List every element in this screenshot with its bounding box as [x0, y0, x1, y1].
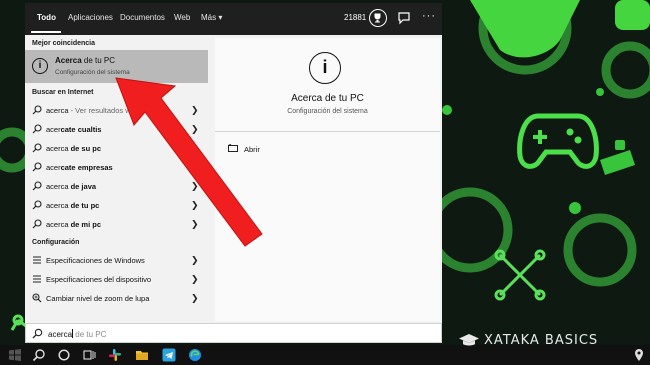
- chevron-right-icon[interactable]: ❯: [191, 274, 199, 285]
- location-pin-icon[interactable]: [632, 348, 646, 362]
- web-result-label: acerca de tu pc: [46, 201, 100, 210]
- search-icon[interactable]: [32, 348, 46, 362]
- results-list: Mejor coincidencia i Acerca de tu PC Con…: [25, 35, 211, 323]
- web-result-2[interactable]: acercate cualtis ❯: [25, 120, 208, 139]
- chevron-right-icon[interactable]: ❯: [191, 200, 199, 211]
- web-result-6[interactable]: acerca de tu pc ❯: [25, 196, 208, 215]
- slack-icon[interactable]: [108, 348, 122, 362]
- best-match-header: Mejor coincidencia: [32, 40, 96, 47]
- search-icon: [32, 124, 42, 134]
- web-result-label: acerca - Ver resultados web: [46, 106, 139, 115]
- search-icon: [32, 162, 42, 172]
- divider: [215, 131, 440, 132]
- edge-browser-icon[interactable]: [188, 348, 202, 362]
- settings-result-3[interactable]: Cambiar nivel de zoom de lupa ❯: [25, 289, 208, 308]
- settings-result-2[interactable]: Especificaciones del dispositivo ❯: [25, 270, 208, 289]
- chevron-right-icon[interactable]: ❯: [191, 181, 199, 192]
- web-result-7[interactable]: acerca de mi pc ❯: [25, 215, 208, 234]
- web-result-5[interactable]: acerca de java ❯: [25, 177, 208, 196]
- settings-header: Configuración: [32, 239, 80, 246]
- open-button[interactable]: Abrir: [228, 143, 308, 157]
- web-result-label: acerca de su pc: [46, 144, 102, 153]
- search-icon: [32, 181, 42, 191]
- web-result-1[interactable]: acerca - Ver resultados web ❯: [25, 101, 208, 120]
- list-settings-icon: [33, 256, 41, 264]
- active-tab-indicator: [31, 31, 61, 33]
- web-search-header: Buscar en Internet: [32, 89, 94, 96]
- tab-more[interactable]: Más ▾: [201, 13, 222, 22]
- search-input[interactable]: acerca de tu PC: [25, 323, 442, 343]
- preview-title: Acerca de tu PC: [291, 93, 364, 104]
- telegram-icon[interactable]: [162, 348, 176, 362]
- file-explorer-icon[interactable]: [135, 348, 149, 362]
- chevron-right-icon[interactable]: ❯: [191, 255, 199, 266]
- chevron-right-icon[interactable]: ❯: [191, 143, 199, 154]
- settings-result-1[interactable]: Especificaciones de Windows ❯: [25, 251, 208, 270]
- search-icon: [32, 219, 42, 229]
- search-icon: [32, 200, 42, 210]
- web-result-3[interactable]: acerca de su pc ❯: [25, 139, 208, 158]
- more-options-icon[interactable]: ···: [422, 10, 436, 22]
- search-top-bar: Todo Aplicaciones Documentos Web Más ▾ 2…: [25, 3, 442, 35]
- search-icon: [32, 105, 42, 115]
- chevron-right-icon[interactable]: ❯: [191, 293, 199, 304]
- web-result-4[interactable]: acercate empresas ❯: [25, 158, 208, 177]
- windows-start-icon[interactable]: [8, 348, 22, 362]
- web-result-label: acerca de java: [46, 182, 97, 191]
- list-settings-icon: [33, 275, 41, 283]
- cortana-icon[interactable]: [57, 348, 71, 362]
- info-icon: i: [309, 52, 341, 84]
- rewards-trophy-icon[interactable]: [369, 9, 387, 27]
- settings-result-label: Especificaciones del dispositivo: [46, 275, 152, 284]
- chevron-right-icon[interactable]: ❯: [191, 105, 199, 116]
- graduation-cap-icon: [459, 334, 479, 346]
- best-match-result[interactable]: i Acerca de tu PC Configuración del sist…: [25, 50, 208, 83]
- chevron-right-icon[interactable]: ❯: [191, 219, 199, 230]
- tab-web[interactable]: Web: [174, 13, 190, 22]
- taskbar: [0, 345, 650, 365]
- search-icon: [32, 143, 42, 153]
- chevron-right-icon[interactable]: ❯: [191, 162, 199, 173]
- open-icon: [228, 144, 238, 152]
- feedback-icon[interactable]: [397, 11, 411, 25]
- preview-header: i Acerca de tu PC Configuración del sist…: [215, 38, 440, 131]
- task-view-icon[interactable]: [82, 348, 96, 362]
- preview-subtitle: Configuración del sistema: [287, 108, 368, 115]
- search-panel: Todo Aplicaciones Documentos Web Más ▾ 2…: [25, 3, 442, 323]
- settings-result-label: Cambiar nivel de zoom de lupa: [46, 294, 150, 303]
- info-icon: i: [32, 58, 48, 74]
- preview-pane: i Acerca de tu PC Configuración del sist…: [215, 38, 440, 321]
- best-match-title: Acerca de tu PC: [55, 56, 116, 65]
- web-result-label: acerca de mi pc: [46, 220, 102, 229]
- tab-documents[interactable]: Documentos: [120, 13, 165, 22]
- tab-apps[interactable]: Aplicaciones: [68, 13, 113, 22]
- search-query: acerca de tu PC: [48, 329, 107, 339]
- open-label: Abrir: [244, 145, 260, 154]
- magnifier-zoom-icon: [32, 293, 42, 303]
- chevron-right-icon[interactable]: ❯: [191, 124, 199, 135]
- best-match-subtitle: Configuración del sistema: [55, 69, 130, 76]
- web-result-label: acercate cualtis: [46, 125, 102, 134]
- tab-all[interactable]: Todo: [37, 13, 56, 22]
- search-icon: [32, 328, 43, 339]
- rewards-points: 21881: [344, 13, 367, 22]
- settings-result-label: Especificaciones de Windows: [46, 256, 145, 265]
- web-result-label: acercate empresas: [46, 163, 113, 172]
